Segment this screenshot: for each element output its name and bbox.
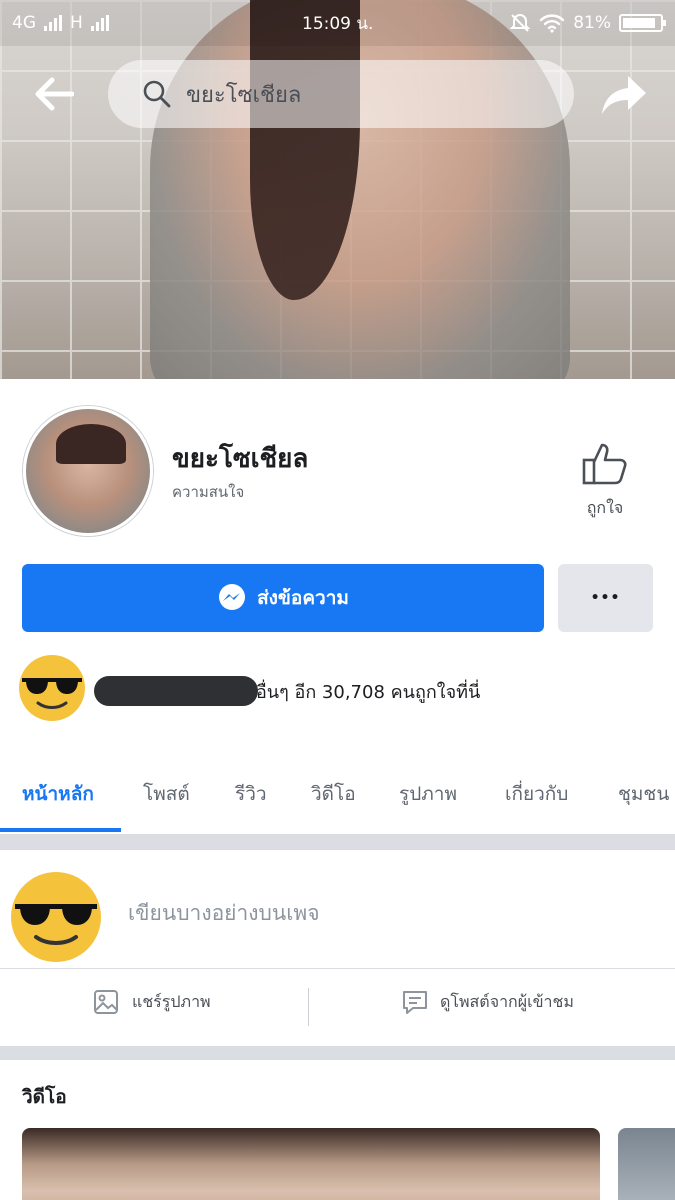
clock: 15:09 น. (302, 13, 374, 34)
tab-reviews[interactable]: รีวิว (235, 779, 267, 809)
status-bar: 4G H 15:09 น. 81% (0, 0, 675, 46)
thumbs-up-icon (582, 443, 627, 485)
sunglasses-emoji-avatar[interactable] (18, 654, 86, 722)
photo-icon (94, 990, 118, 1014)
cover-figure (150, 0, 570, 379)
send-message-label: ส่งข้อความ (257, 587, 349, 609)
tab-home[interactable]: หน้าหลัก (22, 779, 94, 809)
avatar-hair (56, 424, 126, 464)
video-thumbnail-2[interactable] (618, 1128, 675, 1200)
share-icon[interactable] (600, 72, 648, 116)
battery-icon (619, 14, 666, 32)
visitor-posts-label: ดูโพสต์จากผู้เข้าชม (440, 991, 574, 1011)
signal-strength-icon-2 (90, 15, 109, 31)
page-tabs: หน้าหลัก โพสต์ รีวิว วิดีโอ รูปภาพ เกี่ย… (0, 765, 675, 835)
network-type-label-2: H (70, 13, 83, 33)
video-thumbnail[interactable] (22, 1128, 600, 1200)
cover-photo[interactable] (0, 0, 675, 379)
visitor-posts-button[interactable]: ดูโพสต์จากผู้เข้าชม (400, 987, 574, 1017)
send-message-button[interactable]: ส่งข้อความ (22, 564, 544, 632)
network-type-label: 4G (12, 13, 36, 33)
status-bar-left: 4G H (12, 13, 109, 33)
redacted-friend-names (94, 676, 258, 706)
active-tab-indicator (0, 828, 121, 832)
user-avatar-emoji (11, 872, 101, 962)
search-bar[interactable]: ขยะโซเชียล (108, 60, 574, 128)
share-photo-button[interactable]: แชร์รูปภาพ (92, 987, 211, 1017)
search-query: ขยะโซเชียล (186, 82, 302, 108)
action-separator (308, 988, 309, 1026)
back-arrow-icon[interactable] (34, 76, 74, 112)
tab-posts[interactable]: โพสต์ (143, 779, 190, 809)
battery-percent: 81% (573, 13, 611, 33)
more-options-icon: ••• (590, 590, 621, 606)
alarm-off-icon (509, 13, 531, 32)
more-options-button[interactable]: ••• (558, 564, 653, 632)
likes-count-text[interactable]: อื่นๆ อีก 30,708 คนถูกใจที่นี่ (256, 677, 480, 706)
section-separator-2 (0, 1046, 675, 1060)
like-label: ถูกใจ (586, 498, 624, 517)
page-title: ขยะโซเชียล (172, 444, 309, 474)
wifi-icon (540, 14, 565, 33)
tab-about[interactable]: เกี่ยวกับ (505, 779, 568, 809)
section-separator (0, 834, 675, 850)
tab-videos[interactable]: วิดีโอ (311, 779, 356, 809)
like-page-button[interactable]: ถูกใจ (570, 440, 640, 521)
page-category: ความสนใจ (172, 483, 245, 501)
signal-strength-icon (44, 15, 62, 31)
search-icon (143, 80, 171, 108)
status-bar-right: 81% (509, 12, 666, 34)
composer-input[interactable]: เขียนบางอย่างบนเพจ (128, 897, 320, 930)
comment-icon (403, 991, 427, 1014)
messenger-icon (219, 584, 246, 610)
composer-divider (0, 968, 675, 969)
videos-section-title: วิดีโอ (22, 1086, 67, 1108)
tab-photos[interactable]: รูปภาพ (399, 779, 457, 809)
tab-community[interactable]: ชุมชน (618, 779, 669, 809)
share-photo-label: แชร์รูปภาพ (132, 991, 211, 1011)
page-avatar[interactable] (23, 406, 153, 536)
